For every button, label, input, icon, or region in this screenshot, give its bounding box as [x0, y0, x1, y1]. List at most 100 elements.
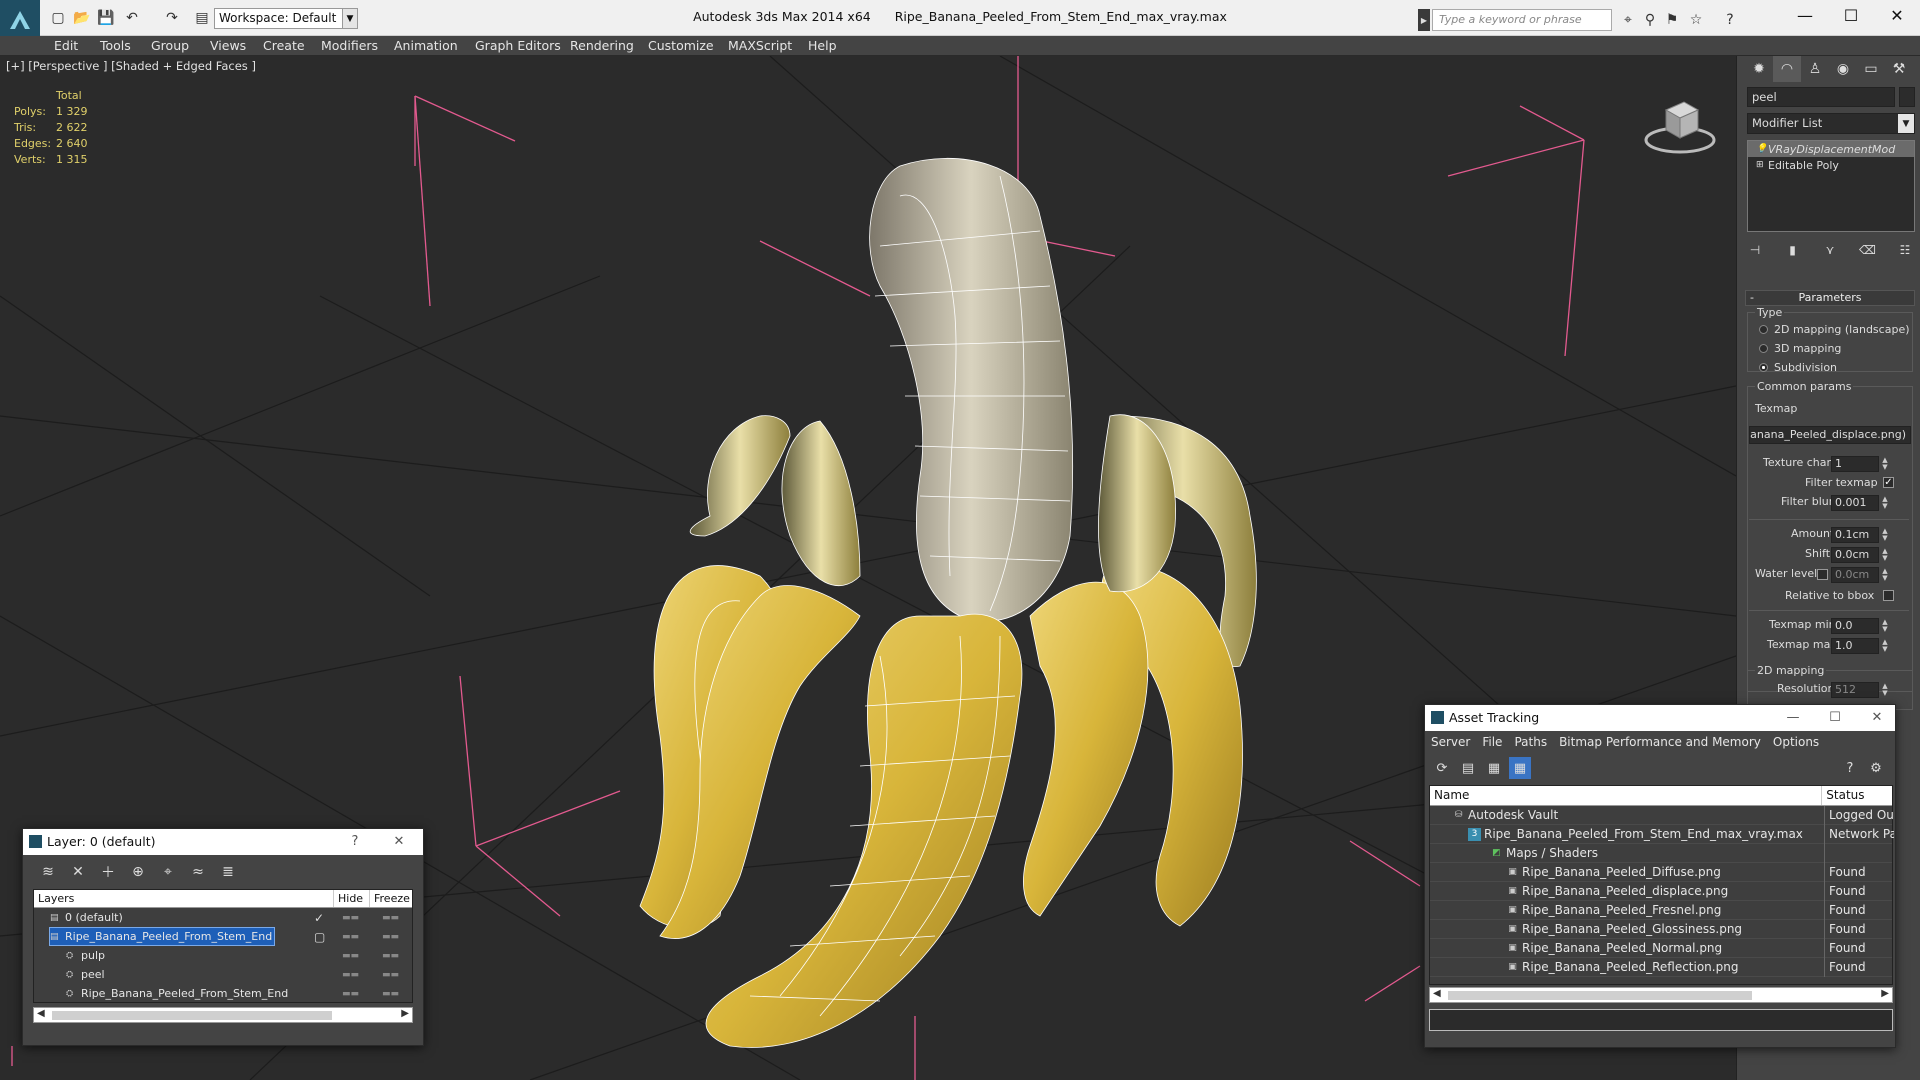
- asset-row[interactable]: ⛁ Autodesk Vault Logged Out: [1430, 805, 1894, 825]
- add-to-layer-icon[interactable]: ⊕: [123, 861, 153, 883]
- asset-menu-options[interactable]: Options: [1773, 731, 1819, 753]
- freeze-toggle[interactable]: ▬▬: [382, 913, 399, 923]
- list-view-icon[interactable]: ▤: [1457, 757, 1479, 779]
- freeze-toggle[interactable]: ▬▬: [382, 989, 399, 999]
- filter-texmap-checkbox[interactable]: ✓: [1883, 477, 1894, 488]
- project-folder-icon[interactable]: ▤: [192, 8, 212, 28]
- asset-row[interactable]: ▣ Ripe_Banana_Peeled_Normal.png Found: [1430, 938, 1892, 958]
- layer-manage-icon[interactable]: ≋: [33, 861, 63, 883]
- asset-row[interactable]: ▣ Ripe_Banana_Peeled_Fresnel.png Found: [1430, 900, 1892, 920]
- asset-horizontal-scrollbar[interactable]: ◀ ▶: [1429, 987, 1893, 1003]
- asset-menu-bitmap-performance[interactable]: Bitmap Performance and Memory: [1559, 731, 1761, 753]
- menu-maxscript[interactable]: MAXScript: [728, 38, 792, 53]
- scroll-right-icon[interactable]: ▶: [401, 1008, 409, 1019]
- radio-subdivision[interactable]: Subdivision: [1759, 361, 1837, 374]
- stack-item-vraydisplacement[interactable]: 💡 VRayDisplacementMod: [1748, 141, 1914, 157]
- menu-edit[interactable]: Edit: [54, 38, 78, 53]
- spinner-arrows-icon[interactable]: ▲ ▼: [1880, 683, 1890, 697]
- asset-window-close-button[interactable]: ✕: [1857, 705, 1895, 731]
- highlight-layer-icon[interactable]: ≈: [183, 861, 213, 883]
- delete-layer-icon[interactable]: ✕: [63, 861, 93, 883]
- asset-row[interactable]: ▣ Ripe_Banana_Peeled_Glossiness.png Found: [1430, 919, 1892, 939]
- radio-3d-mapping[interactable]: 3D mapping: [1759, 342, 1841, 355]
- hide-toggle[interactable]: ▬▬: [342, 932, 359, 942]
- menu-help[interactable]: Help: [808, 38, 837, 53]
- layer-row[interactable]: ▤ 0 (default) ✓ ▬▬ ▬▬: [34, 908, 412, 927]
- modifier-stack[interactable]: 💡 VRayDisplacementMod ⊞ Editable Poly: [1747, 140, 1915, 232]
- asset-row[interactable]: ◩ Maps / Shaders: [1430, 843, 1892, 863]
- asset-settings-icon[interactable]: ⚙: [1865, 757, 1887, 779]
- column-layers[interactable]: Layers: [34, 890, 334, 907]
- table-view-icon[interactable]: ▦: [1483, 757, 1505, 779]
- texmap-max-spinner[interactable]: 1.0 ▲ ▼: [1831, 638, 1888, 654]
- relative-bbox-checkbox[interactable]: [1883, 590, 1894, 601]
- search-icon[interactable]: ⚲: [1640, 9, 1660, 31]
- menu-group[interactable]: Group: [151, 38, 189, 53]
- create-tab-icon[interactable]: ✹: [1745, 56, 1773, 82]
- hide-freeze-icon[interactable]: ≣: [213, 861, 243, 883]
- shift-spinner[interactable]: 0.0cm ▲ ▼: [1831, 547, 1888, 563]
- redo-icon[interactable]: ↷: [162, 8, 182, 28]
- asset-row[interactable]: 3 Ripe_Banana_Peeled_From_Stem_End_max_vr…: [1430, 824, 1894, 844]
- grid-view-icon[interactable]: ▦: [1509, 757, 1531, 779]
- scroll-thumb[interactable]: [52, 1011, 332, 1020]
- layer-window-help-button[interactable]: ?: [335, 829, 375, 855]
- layer-row[interactable]: ⛭ Ripe_Banana_Peeled_From_Stem_End ▬▬ ▬▬: [34, 984, 412, 1003]
- asset-window-minimize-button[interactable]: —: [1773, 705, 1813, 731]
- menu-create[interactable]: Create: [263, 38, 305, 53]
- radio-2d-mapping[interactable]: 2D mapping (landscape): [1759, 323, 1910, 336]
- refresh-icon[interactable]: ⟳: [1431, 757, 1453, 779]
- scroll-left-icon[interactable]: ◀: [1433, 988, 1441, 999]
- spinner-arrows-icon[interactable]: ▲ ▼: [1880, 639, 1890, 653]
- asset-menu-server[interactable]: Server: [1431, 731, 1470, 753]
- layer-row[interactable]: ⛭ pulp ▬▬ ▬▬: [34, 946, 412, 965]
- scroll-thumb[interactable]: [1448, 991, 1752, 1000]
- motion-tab-icon[interactable]: ◉: [1829, 56, 1857, 82]
- open-file-icon[interactable]: 📂: [72, 8, 92, 28]
- asset-window-titlebar[interactable]: Asset Tracking — ☐ ✕: [1425, 705, 1895, 731]
- scroll-left-icon[interactable]: ◀: [37, 1008, 45, 1019]
- current-layer-check-icon[interactable]: ✓: [314, 911, 324, 925]
- freeze-toggle[interactable]: ▬▬: [382, 951, 399, 961]
- layer-window-titlebar[interactable]: Layer: 0 (default) ? ✕: [23, 829, 423, 855]
- workspace-dropdown-button[interactable]: ▼: [342, 8, 358, 29]
- configure-modifier-sets-icon[interactable]: ☷: [1895, 240, 1915, 260]
- remove-modifier-icon[interactable]: ⌫: [1858, 240, 1878, 260]
- asset-window-maximize-button[interactable]: ☐: [1815, 705, 1855, 731]
- menu-animation[interactable]: Animation: [394, 38, 458, 53]
- amount-spinner[interactable]: 0.1cm ▲ ▼: [1831, 527, 1888, 543]
- texture-chan-spinner[interactable]: 1 ▲ ▼: [1831, 456, 1888, 472]
- texmap-button[interactable]: anana_Peeled_displace.png): [1749, 426, 1911, 444]
- make-unique-icon[interactable]: ⋎: [1820, 240, 1840, 260]
- menu-tools[interactable]: Tools: [100, 38, 131, 53]
- close-button[interactable]: ✕: [1874, 0, 1920, 30]
- hide-toggle[interactable]: ▬▬: [342, 989, 359, 999]
- spinner-arrows-icon[interactable]: ▲ ▼: [1880, 457, 1890, 471]
- undo-icon[interactable]: ↶: [122, 8, 142, 28]
- show-end-result-icon[interactable]: ▮: [1783, 240, 1803, 260]
- hierarchy-tab-icon[interactable]: ♙: [1801, 56, 1829, 82]
- resolution-spinner[interactable]: 512 ▲ ▼: [1831, 682, 1888, 698]
- save-file-icon[interactable]: 💾: [96, 8, 116, 28]
- column-freeze[interactable]: Freeze: [370, 890, 412, 907]
- modifier-list-dropdown[interactable]: Modifier List ▼: [1747, 113, 1915, 134]
- communication-center-icon[interactable]: ⚑: [1662, 9, 1682, 31]
- hide-toggle[interactable]: ▬▬: [342, 951, 359, 961]
- asset-menu-paths[interactable]: Paths: [1514, 731, 1547, 753]
- search-input[interactable]: Type a keyword or phrase: [1432, 9, 1612, 31]
- spinner-arrows-icon[interactable]: ▲ ▼: [1880, 528, 1890, 542]
- texmap-min-spinner[interactable]: 0.0 ▲ ▼: [1831, 618, 1888, 634]
- current-layer-box-icon[interactable]: ▢: [314, 930, 325, 944]
- workspace-select[interactable]: Workspace: Default: [214, 8, 358, 29]
- menu-graph-editors[interactable]: Graph Editors: [475, 38, 561, 53]
- asset-row[interactable]: ▣ Ripe_Banana_Peeled_Diffuse.png Found: [1430, 862, 1892, 882]
- object-name-field[interactable]: peel: [1747, 87, 1895, 107]
- scroll-right-icon[interactable]: ▶: [1881, 988, 1889, 999]
- viewcube-icon[interactable]: [1640, 86, 1720, 166]
- maximize-button[interactable]: ☐: [1828, 0, 1874, 30]
- menu-modifiers[interactable]: Modifiers: [321, 38, 378, 53]
- select-layer-objects-icon[interactable]: ⌖: [153, 861, 183, 883]
- column-status[interactable]: Status: [1822, 786, 1892, 805]
- spinner-arrows-icon[interactable]: ▲ ▼: [1880, 548, 1890, 562]
- minimize-button[interactable]: —: [1782, 0, 1828, 30]
